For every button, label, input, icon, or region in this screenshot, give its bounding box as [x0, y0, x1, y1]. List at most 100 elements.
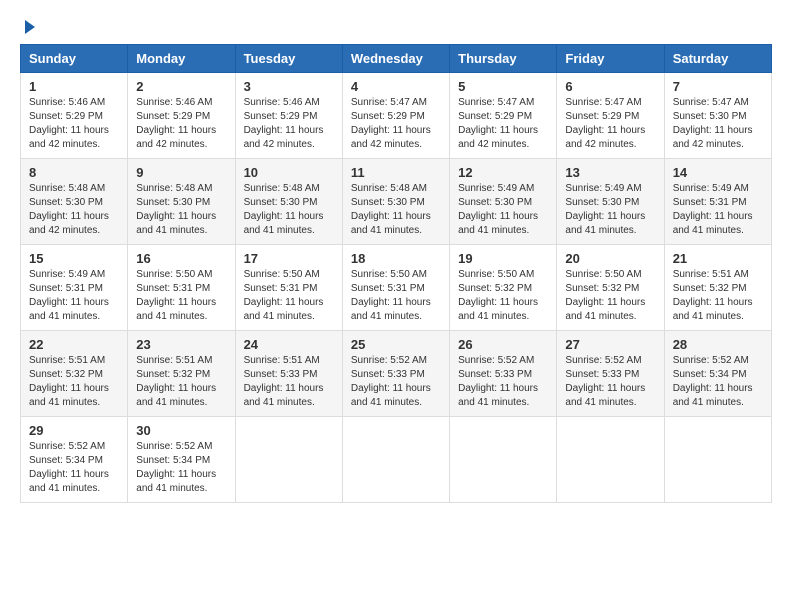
- day-number: 24: [244, 337, 334, 352]
- table-row: 22Sunrise: 5:51 AMSunset: 5:32 PMDayligh…: [21, 331, 128, 417]
- day-info: Sunrise: 5:50 AMSunset: 5:31 PMDaylight:…: [244, 268, 334, 324]
- day-number: 30: [136, 423, 226, 438]
- day-info: Sunrise: 5:46 AMSunset: 5:29 PMDaylight:…: [244, 96, 334, 152]
- day-info: Sunrise: 5:47 AMSunset: 5:29 PMDaylight:…: [565, 96, 655, 152]
- day-info: Sunrise: 5:51 AMSunset: 5:32 PMDaylight:…: [673, 268, 763, 324]
- table-row: 10Sunrise: 5:48 AMSunset: 5:30 PMDayligh…: [235, 159, 342, 245]
- table-row: 23 Sunrise: 5:51 AMSunset: 5:32 PMDayligh…: [128, 331, 235, 417]
- table-row: 20 Sunrise: 5:50 AMSunset: 5:32 PMDayligh…: [557, 245, 664, 331]
- day-number: 8: [29, 165, 119, 180]
- day-number: 15: [29, 251, 119, 266]
- day-info: Sunrise: 5:50 AMSunset: 5:31 PMDaylight:…: [136, 268, 226, 324]
- table-row: 19 Sunrise: 5:50 AMSunset: 5:32 PMDayligh…: [450, 245, 557, 331]
- day-info: Sunrise: 5:49 AMSunset: 5:30 PMDaylight:…: [565, 182, 655, 238]
- day-info: Sunrise: 5:52 AMSunset: 5:34 PMDaylight:…: [136, 440, 226, 496]
- day-info: Sunrise: 5:49 AMSunset: 5:31 PMDaylight:…: [29, 268, 119, 324]
- day-info: Sunrise: 5:48 AMSunset: 5:30 PMDaylight:…: [244, 182, 334, 238]
- calendar-week-row: 29 Sunrise: 5:52 AMSunset: 5:34 PMDayligh…: [21, 417, 772, 503]
- table-row: 16 Sunrise: 5:50 AMSunset: 5:31 PMDayligh…: [128, 245, 235, 331]
- day-info: Sunrise: 5:52 AMSunset: 5:34 PMDaylight:…: [673, 354, 763, 410]
- table-row: 2 Sunrise: 5:46 AMSunset: 5:29 PMDaylight…: [128, 73, 235, 159]
- col-tuesday: Tuesday: [235, 45, 342, 73]
- table-row: 28 Sunrise: 5:52 AMSunset: 5:34 PMDayligh…: [664, 331, 771, 417]
- col-sunday: Sunday: [21, 45, 128, 73]
- table-row: [235, 417, 342, 503]
- table-row: 29 Sunrise: 5:52 AMSunset: 5:34 PMDayligh…: [21, 417, 128, 503]
- day-info: Sunrise: 5:49 AMSunset: 5:30 PMDaylight:…: [458, 182, 548, 238]
- calendar-week-row: 15 Sunrise: 5:49 AMSunset: 5:31 PMDayligh…: [21, 245, 772, 331]
- day-info: Sunrise: 5:51 AMSunset: 5:32 PMDaylight:…: [29, 354, 119, 410]
- day-info: Sunrise: 5:52 AMSunset: 5:33 PMDaylight:…: [458, 354, 548, 410]
- day-info: Sunrise: 5:48 AMSunset: 5:30 PMDaylight:…: [29, 182, 119, 238]
- table-row: 5 Sunrise: 5:47 AMSunset: 5:29 PMDaylight…: [450, 73, 557, 159]
- day-number: 7: [673, 79, 763, 94]
- day-number: 6: [565, 79, 655, 94]
- day-number: 28: [673, 337, 763, 352]
- day-info: Sunrise: 5:48 AMSunset: 5:30 PMDaylight:…: [351, 182, 441, 238]
- day-info: Sunrise: 5:48 AMSunset: 5:30 PMDaylight:…: [136, 182, 226, 238]
- day-number: 18: [351, 251, 441, 266]
- col-friday: Friday: [557, 45, 664, 73]
- table-row: 6 Sunrise: 5:47 AMSunset: 5:29 PMDaylight…: [557, 73, 664, 159]
- table-row: 3 Sunrise: 5:46 AMSunset: 5:29 PMDaylight…: [235, 73, 342, 159]
- day-number: 17: [244, 251, 334, 266]
- day-number: 14: [673, 165, 763, 180]
- day-info: Sunrise: 5:47 AMSunset: 5:29 PMDaylight:…: [351, 96, 441, 152]
- day-number: 20: [565, 251, 655, 266]
- day-info: Sunrise: 5:50 AMSunset: 5:31 PMDaylight:…: [351, 268, 441, 324]
- day-info: Sunrise: 5:52 AMSunset: 5:33 PMDaylight:…: [565, 354, 655, 410]
- day-number: 16: [136, 251, 226, 266]
- day-number: 19: [458, 251, 548, 266]
- table-row: 9 Sunrise: 5:48 AMSunset: 5:30 PMDaylight…: [128, 159, 235, 245]
- logo: [20, 20, 35, 34]
- day-info: Sunrise: 5:47 AMSunset: 5:30 PMDaylight:…: [673, 96, 763, 152]
- day-number: 13: [565, 165, 655, 180]
- table-row: 17 Sunrise: 5:50 AMSunset: 5:31 PMDayligh…: [235, 245, 342, 331]
- day-info: Sunrise: 5:52 AMSunset: 5:34 PMDaylight:…: [29, 440, 119, 496]
- calendar-week-row: 1Sunrise: 5:46 AMSunset: 5:29 PMDaylight…: [21, 73, 772, 159]
- day-number: 9: [136, 165, 226, 180]
- table-row: 25Sunrise: 5:52 AMSunset: 5:33 PMDayligh…: [342, 331, 449, 417]
- table-row: 21 Sunrise: 5:51 AMSunset: 5:32 PMDayligh…: [664, 245, 771, 331]
- day-number: 4: [351, 79, 441, 94]
- col-thursday: Thursday: [450, 45, 557, 73]
- table-row: 14 Sunrise: 5:49 AMSunset: 5:31 PMDayligh…: [664, 159, 771, 245]
- day-number: 11: [351, 165, 441, 180]
- table-row: [557, 417, 664, 503]
- table-row: 27Sunrise: 5:52 AMSunset: 5:33 PMDayligh…: [557, 331, 664, 417]
- table-row: [664, 417, 771, 503]
- day-info: Sunrise: 5:46 AMSunset: 5:29 PMDaylight:…: [136, 96, 226, 152]
- table-row: 13 Sunrise: 5:49 AMSunset: 5:30 PMDayligh…: [557, 159, 664, 245]
- table-row: 24 Sunrise: 5:51 AMSunset: 5:33 PMDayligh…: [235, 331, 342, 417]
- table-row: [450, 417, 557, 503]
- day-info: Sunrise: 5:47 AMSunset: 5:29 PMDaylight:…: [458, 96, 548, 152]
- day-number: 29: [29, 423, 119, 438]
- table-row: 11 Sunrise: 5:48 AMSunset: 5:30 PMDayligh…: [342, 159, 449, 245]
- table-row: 8 Sunrise: 5:48 AMSunset: 5:30 PMDaylight…: [21, 159, 128, 245]
- table-row: 18 Sunrise: 5:50 AMSunset: 5:31 PMDayligh…: [342, 245, 449, 331]
- day-info: Sunrise: 5:51 AMSunset: 5:33 PMDaylight:…: [244, 354, 334, 410]
- day-info: Sunrise: 5:49 AMSunset: 5:31 PMDaylight:…: [673, 182, 763, 238]
- day-info: Sunrise: 5:50 AMSunset: 5:32 PMDaylight:…: [458, 268, 548, 324]
- table-row: 26 Sunrise: 5:52 AMSunset: 5:33 PMDayligh…: [450, 331, 557, 417]
- day-info: Sunrise: 5:50 AMSunset: 5:32 PMDaylight:…: [565, 268, 655, 324]
- day-info: Sunrise: 5:46 AMSunset: 5:29 PMDaylight:…: [29, 96, 119, 152]
- calendar-header-row: Sunday Monday Tuesday Wednesday Thursday…: [21, 45, 772, 73]
- table-row: 1Sunrise: 5:46 AMSunset: 5:29 PMDaylight…: [21, 73, 128, 159]
- day-info: Sunrise: 5:51 AMSunset: 5:32 PMDaylight:…: [136, 354, 226, 410]
- day-number: 12: [458, 165, 548, 180]
- page-header: [20, 20, 772, 34]
- col-saturday: Saturday: [664, 45, 771, 73]
- calendar-week-row: 22Sunrise: 5:51 AMSunset: 5:32 PMDayligh…: [21, 331, 772, 417]
- day-number: 25: [351, 337, 441, 352]
- day-number: 2: [136, 79, 226, 94]
- day-number: 26: [458, 337, 548, 352]
- col-monday: Monday: [128, 45, 235, 73]
- table-row: [342, 417, 449, 503]
- day-number: 23: [136, 337, 226, 352]
- day-number: 21: [673, 251, 763, 266]
- day-number: 3: [244, 79, 334, 94]
- day-number: 5: [458, 79, 548, 94]
- calendar-table: Sunday Monday Tuesday Wednesday Thursday…: [20, 44, 772, 503]
- logo-arrow-icon: [25, 20, 35, 34]
